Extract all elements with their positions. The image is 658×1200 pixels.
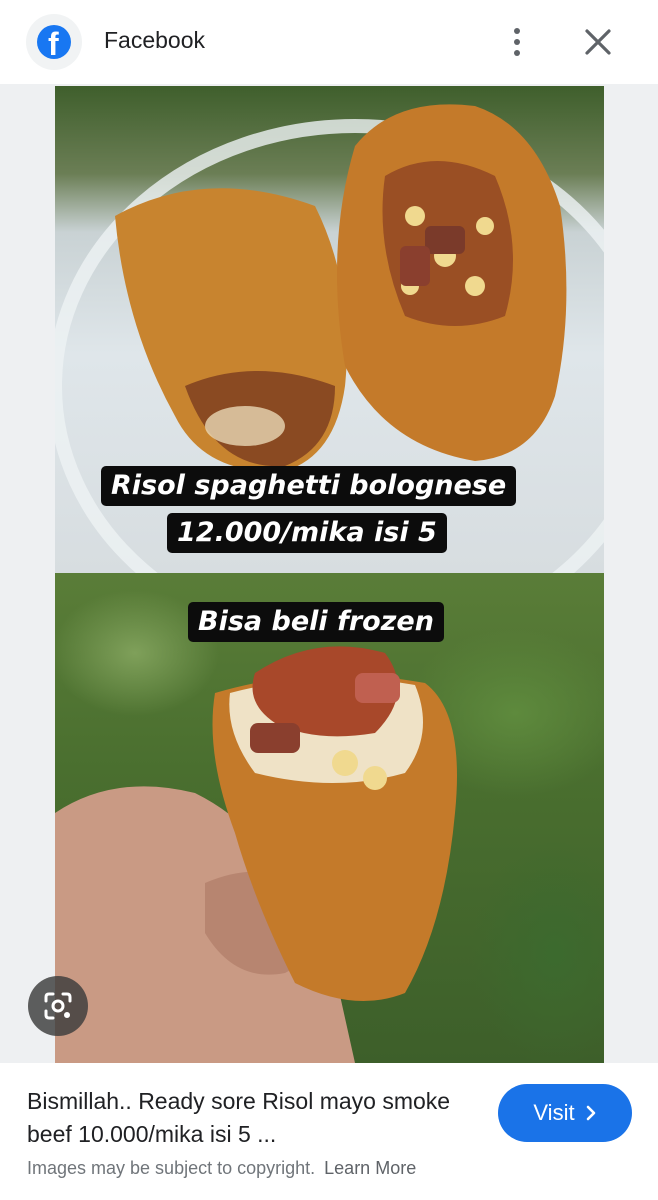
food-photo-bottom — [55, 573, 604, 1063]
post-title[interactable]: Bismillah.. Ready sore Risol mayo smoke … — [27, 1085, 467, 1151]
learn-more-link[interactable]: Learn More — [324, 1158, 416, 1178]
copyright-notice: Images may be subject to copyright. Lear… — [27, 1158, 416, 1179]
result-image[interactable]: Risol spaghetti bolognese 12.000/mika is… — [55, 86, 604, 1063]
chevron-right-icon — [586, 1105, 595, 1121]
result-details: Bismillah.. Ready sore Risol mayo smoke … — [0, 1063, 658, 1200]
result-header: f Facebook — [0, 0, 658, 84]
more-options-icon[interactable] — [498, 20, 536, 64]
close-icon[interactable] — [578, 22, 618, 62]
google-lens-icon[interactable] — [28, 976, 88, 1036]
site-name[interactable]: Facebook — [104, 27, 205, 54]
visit-label: Visit — [533, 1100, 575, 1125]
caption-price: 12.000/mika isi 5 — [167, 513, 447, 553]
caption-title: Risol spaghetti bolognese — [101, 466, 517, 506]
visit-button[interactable]: Visit — [498, 1084, 632, 1142]
caption-frozen: Bisa beli frozen — [188, 602, 444, 642]
facebook-logo-icon[interactable]: f — [26, 14, 82, 70]
copyright-text: Images may be subject to copyright. — [27, 1158, 316, 1178]
